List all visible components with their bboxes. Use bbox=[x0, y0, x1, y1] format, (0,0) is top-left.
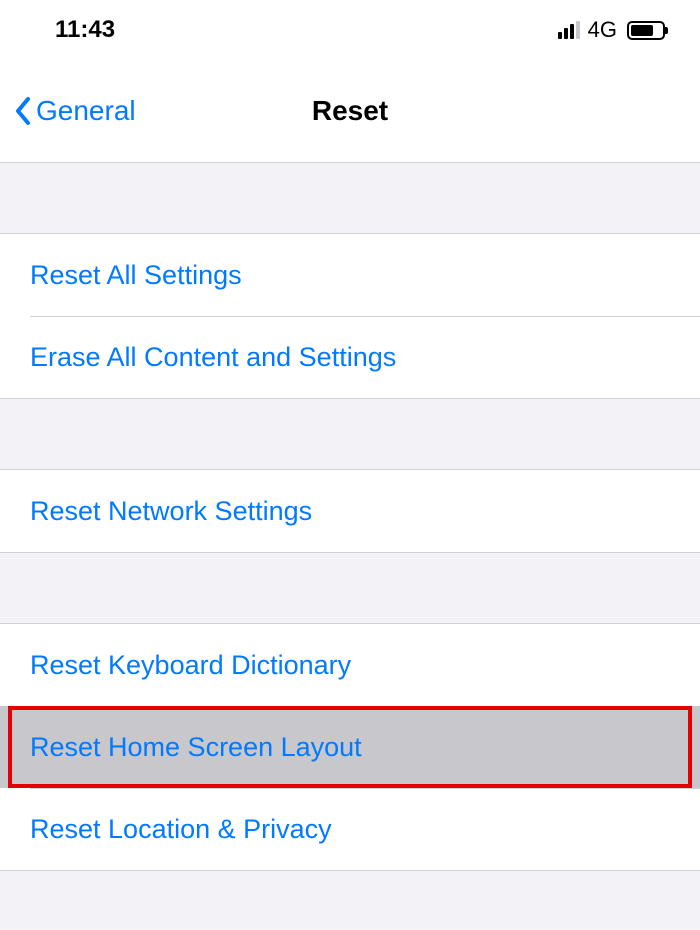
page-title: Reset bbox=[312, 95, 388, 127]
cellular-signal-icon bbox=[558, 21, 580, 39]
list-group-2: Reset Network Settings bbox=[0, 469, 700, 553]
list-group-1: Reset All Settings Erase All Content and… bbox=[0, 233, 700, 399]
list-item-label: Reset All Settings bbox=[30, 260, 242, 291]
reset-all-settings[interactable]: Reset All Settings bbox=[0, 234, 700, 316]
network-type: 4G bbox=[588, 17, 617, 43]
list-item-label: Reset Home Screen Layout bbox=[30, 732, 362, 763]
erase-all-content-and-settings[interactable]: Erase All Content and Settings bbox=[0, 316, 700, 398]
chevron-left-icon bbox=[14, 96, 32, 126]
reset-home-screen-layout[interactable]: Reset Home Screen Layout bbox=[0, 706, 700, 788]
list-item-label: Reset Keyboard Dictionary bbox=[30, 650, 351, 681]
status-time: 11:43 bbox=[55, 16, 115, 44]
battery-icon bbox=[627, 21, 665, 40]
back-button[interactable]: General bbox=[0, 95, 136, 127]
back-label: General bbox=[36, 95, 136, 127]
list-item-label: Reset Network Settings bbox=[30, 496, 312, 527]
reset-location-privacy[interactable]: Reset Location & Privacy bbox=[0, 788, 700, 870]
list-item-label: Reset Location & Privacy bbox=[30, 814, 332, 845]
content: Reset All Settings Erase All Content and… bbox=[0, 163, 700, 871]
reset-keyboard-dictionary[interactable]: Reset Keyboard Dictionary bbox=[0, 624, 700, 706]
reset-network-settings[interactable]: Reset Network Settings bbox=[0, 470, 700, 552]
list-group-3: Reset Keyboard Dictionary Reset Home Scr… bbox=[0, 623, 700, 871]
status-right: 4G bbox=[558, 17, 665, 43]
status-bar: 11:43 4G bbox=[0, 0, 700, 60]
list-item-label: Erase All Content and Settings bbox=[30, 342, 396, 373]
nav-bar: General Reset bbox=[0, 60, 700, 163]
